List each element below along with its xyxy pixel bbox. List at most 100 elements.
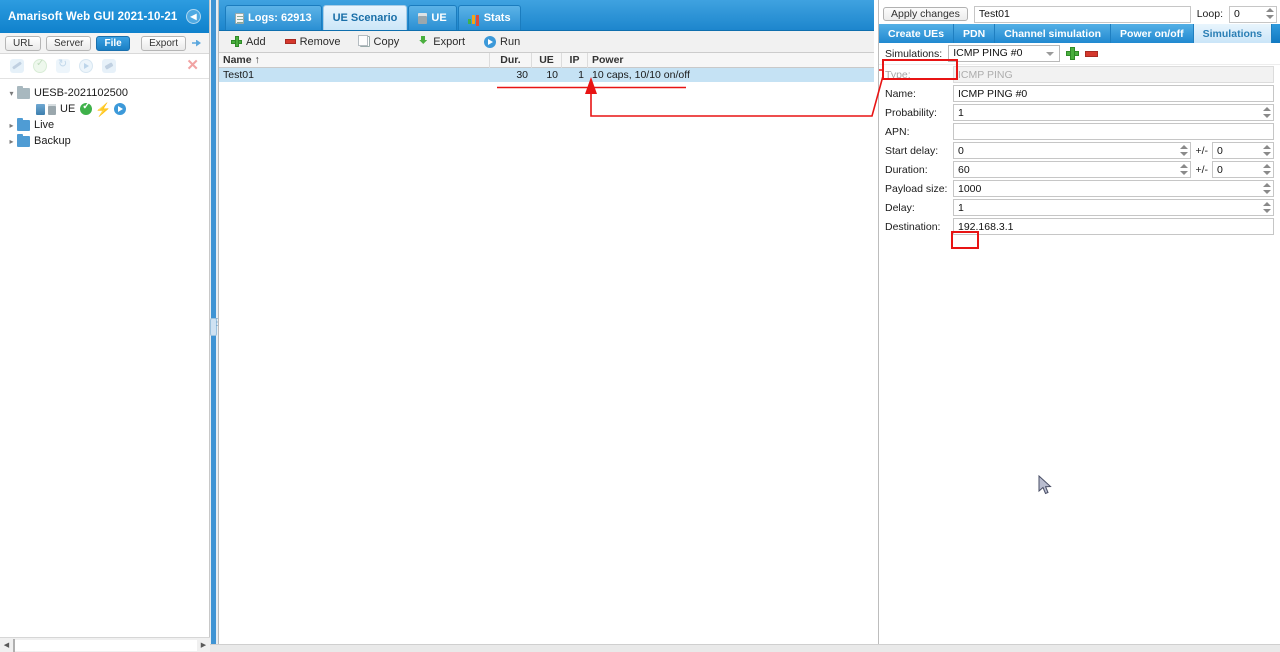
config-tree: ▾ UESB-2021102500 UE ⚡ ▸ Live ▸ Backup: [0, 79, 209, 149]
sidebar-titlebar: Amarisoft Web GUI 2021-10-21 ◀: [0, 0, 209, 33]
tab-logs[interactable]: Logs: 62913: [225, 5, 322, 30]
field-label-probability: Probability:: [885, 106, 937, 119]
column-header-dur[interactable]: Dur.: [490, 52, 532, 68]
ue-device-icon: [48, 103, 56, 115]
server-button[interactable]: Server: [46, 35, 92, 51]
probability-input[interactable]: [953, 104, 1274, 121]
form-row-destination: Destination:: [879, 217, 1280, 236]
cell-dur: 30: [516, 69, 528, 81]
status-ok-icon[interactable]: [80, 101, 93, 115]
export-button[interactable]: Export: [412, 33, 474, 51]
tree-item-backup[interactable]: ▸ Backup: [6, 133, 209, 149]
table-header-row: Name ↑ Dur. UE IP Power: [219, 52, 874, 68]
play-icon[interactable]: [114, 103, 127, 115]
folder-open-icon: [17, 85, 30, 99]
duration-input[interactable]: [953, 161, 1192, 178]
column-header-power[interactable]: Power: [588, 53, 874, 68]
subtab-create-ues[interactable]: Create UEs: [879, 24, 955, 43]
subtab-power-on-off[interactable]: Power on/off: [1111, 24, 1194, 43]
chevron-left-icon[interactable]: ◀: [186, 9, 201, 24]
splitter-grip[interactable]: [210, 317, 222, 336]
duration-tolerance-input[interactable]: [1212, 161, 1274, 178]
tab-label: Stats: [483, 12, 511, 24]
loop-stepper[interactable]: [1229, 5, 1277, 23]
start-delay-tolerance-input[interactable]: [1212, 142, 1274, 159]
simulations-label: Simulations:: [885, 47, 943, 60]
tab-label: Logs: 62913: [248, 12, 312, 24]
start-delay-input[interactable]: [953, 142, 1192, 159]
form-row-name: Name:: [879, 84, 1280, 103]
loop-input[interactable]: [1229, 5, 1277, 23]
subtab-pdn[interactable]: PDN: [954, 24, 996, 43]
field-label-destination: Destination:: [885, 220, 941, 233]
form-row-apn: APN:: [879, 122, 1280, 141]
bottom-status-strip: [210, 644, 1280, 652]
apply-changes-button[interactable]: Apply changes: [883, 6, 968, 21]
tree-expand-arrow[interactable]: ▾: [6, 89, 17, 98]
scenario-name-input[interactable]: [973, 5, 1191, 23]
wrench-icon[interactable]: [10, 59, 24, 73]
add-simulation-button[interactable]: [1066, 47, 1080, 60]
scroll-right-arrow-icon[interactable]: ▶: [197, 641, 210, 649]
start-delay-tolerance-stepper[interactable]: [1212, 142, 1274, 159]
refresh-icon[interactable]: [56, 57, 70, 73]
field-control-probability: [953, 104, 1274, 121]
tree-expand-arrow[interactable]: ▸: [6, 121, 17, 130]
field-label-type: Type:: [885, 68, 911, 81]
tree-expand-arrow[interactable]: ▸: [6, 137, 17, 146]
subtab-channel-simulation[interactable]: Channel simulation: [995, 24, 1112, 43]
sidebar-horizontal-scrollbar[interactable]: ◀ ▶: [0, 637, 210, 652]
scrollbar-thumb[interactable]: [13, 638, 15, 652]
tree-item-ue[interactable]: UE ⚡: [6, 101, 209, 117]
scrollbar-track[interactable]: [13, 638, 197, 652]
remove-button[interactable]: Remove: [279, 33, 350, 51]
tree-toolbar: ✕: [0, 54, 209, 79]
export-button[interactable]: Export: [141, 35, 186, 51]
tab-ue-scenario[interactable]: UE Scenario: [322, 5, 408, 30]
run-icon: [484, 35, 497, 48]
delay-input[interactable]: [953, 199, 1274, 216]
bolt-icon[interactable]: ⚡: [95, 103, 111, 116]
field-control-payload-size: [953, 180, 1274, 197]
field-label-payload-size: Payload size:: [885, 182, 948, 195]
duration-tolerance-stepper[interactable]: [1212, 161, 1274, 178]
panel-splitter[interactable]: [210, 0, 222, 652]
properties-header: Apply changes Loop:: [879, 0, 1280, 24]
scenario-action-toolbar: Add Remove Copy Export Run: [219, 31, 874, 53]
plus-icon: [231, 36, 242, 47]
run-button[interactable]: Run: [478, 33, 529, 51]
sim-name-input[interactable]: [953, 85, 1274, 102]
simulations-dropdown[interactable]: ICMP PING #0: [948, 45, 1061, 62]
apn-input[interactable]: [953, 123, 1274, 140]
field-label-duration: Duration:: [885, 163, 928, 176]
plug-icon[interactable]: [191, 37, 204, 50]
column-header-name[interactable]: Name ↑: [219, 52, 490, 68]
table-row[interactable]: Test01 30 10 1 10 caps, 10/10 on/off: [219, 68, 874, 82]
remove-simulation-button[interactable]: [1085, 50, 1099, 57]
add-button[interactable]: Add: [225, 33, 275, 51]
tree-item-label: Backup: [34, 135, 71, 147]
tab-label: UE Scenario: [332, 12, 398, 24]
apply-changes-wrap: Apply changes: [883, 6, 968, 22]
column-header-ip[interactable]: IP: [562, 52, 588, 68]
tab-stats[interactable]: Stats: [457, 5, 521, 30]
tree-item-live[interactable]: ▸ Live: [6, 117, 209, 133]
tab-ue[interactable]: UE: [408, 5, 457, 30]
subtab-simulations[interactable]: Simulations: [1193, 24, 1273, 43]
copy-button[interactable]: Copy: [354, 33, 409, 51]
url-button[interactable]: URL: [5, 35, 42, 51]
play-circle-icon[interactable]: [79, 59, 93, 73]
cell-power: 10 caps, 10/10 on/off: [592, 69, 690, 81]
form-row-probability: Probability:: [879, 103, 1280, 122]
file-button[interactable]: File: [96, 35, 130, 51]
payload-size-input[interactable]: [953, 180, 1274, 197]
plug-icon[interactable]: [102, 59, 116, 73]
form-row-duration: Duration: +/-: [879, 160, 1280, 179]
destination-input[interactable]: [953, 218, 1274, 235]
column-header-ue[interactable]: UE: [532, 52, 562, 68]
scroll-left-arrow-icon[interactable]: ◀: [0, 641, 13, 649]
close-x-icon[interactable]: ✕: [186, 58, 199, 73]
check-circle-icon[interactable]: [33, 58, 47, 73]
tree-item-uesb[interactable]: ▾ UESB-2021102500: [6, 85, 209, 101]
table-empty-area: [219, 82, 874, 634]
